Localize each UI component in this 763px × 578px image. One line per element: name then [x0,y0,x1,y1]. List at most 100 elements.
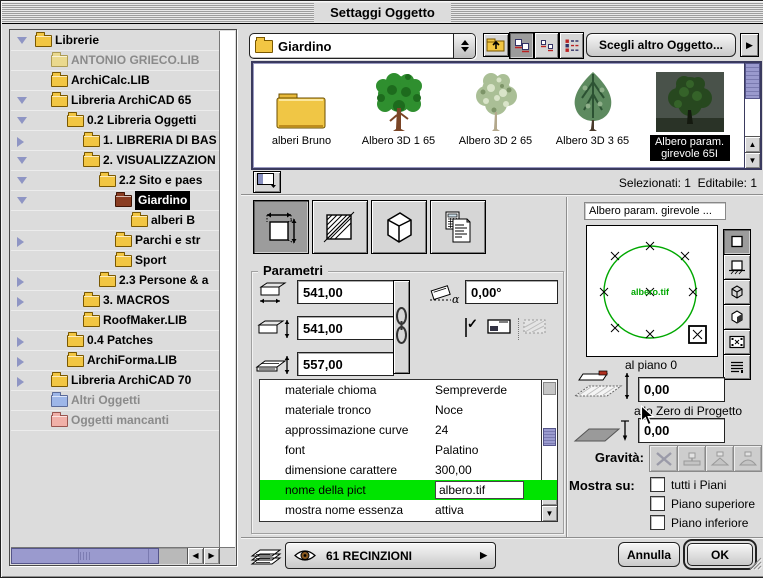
preview-description-button[interactable] [723,354,751,380]
tree-item[interactable]: Oggetti mancanti [11,411,220,431]
tree-item[interactable]: Libreria ArchiCAD 70 [11,371,220,391]
object-thumbnail-tree2[interactable]: Albero 3D 2 65 [447,63,544,168]
parameter-row[interactable]: materiale chioma Sempreverde [260,380,557,400]
object-menu-arrow-button[interactable]: ▶ [740,33,759,57]
gravity-mesh-button[interactable] [733,445,762,472]
parameter-value[interactable]: albero.tif [435,481,524,499]
preview-2d-plan-button[interactable] [723,229,751,255]
tree-item[interactable]: 3. MACROS [11,291,220,311]
checkbox[interactable] [650,477,665,492]
size-x-field[interactable]: 541,00 [297,280,394,304]
scroll-down-button[interactable]: ▼ [745,152,760,168]
tree-item[interactable]: RoofMaker.LIB [11,311,220,331]
disclosure-triangle-icon[interactable] [17,337,24,347]
parameter-row[interactable]: nome della pict albero.tif [260,480,557,500]
disclosure-triangle-icon[interactable] [17,137,24,147]
gravity-none-button[interactable] [649,445,678,472]
tab-2d-symbol[interactable] [312,200,368,254]
tree-item[interactable]: 2.2 Sito e paes [11,171,220,191]
choose-other-object-button[interactable]: Scegli altro Oggetto... [586,33,736,57]
ok-button[interactable]: OK [687,543,753,566]
checkbox[interactable] [650,496,665,511]
view-mode-list-button[interactable] [559,32,584,59]
tree-item[interactable]: Sport [11,251,220,271]
parameter-value[interactable]: Noce [435,403,463,417]
size-y-field[interactable]: 541,00 [297,316,394,340]
parameter-value[interactable]: Sempreverde [435,383,507,397]
resize-grip[interactable] [749,557,762,575]
preview-3d-shaded-button[interactable] [723,304,751,330]
view-mode-small-icons-button[interactable] [534,32,559,59]
tab-dimensions[interactable] [253,200,309,254]
parameter-value[interactable]: attiva [435,503,464,517]
mirror-checkbox[interactable] [465,318,467,337]
layer-popup-button[interactable]: 61 RECINZIONI ▶ [285,542,496,569]
tree-horizontal-scrollbar[interactable]: ◀ ▶ [11,547,235,564]
parameter-value[interactable]: 24 [435,423,448,437]
tree-item[interactable]: Libreria ArchiCAD 65 [11,91,220,111]
disclosure-triangle-icon[interactable] [17,157,27,164]
disclosure-triangle-icon[interactable] [17,37,27,44]
tree-item[interactable]: Giardino [11,191,220,211]
tree-item[interactable]: Librerie [11,31,220,51]
parameter-row[interactable]: font Palatino [260,440,557,460]
preview-elevation-button[interactable] [723,254,751,280]
object-thumbnail-selected[interactable]: Albero param. girevole 65I [641,63,738,168]
disclosure-triangle-icon[interactable] [17,237,24,247]
object-name-field[interactable]: Albero param. girevole ... [584,202,726,220]
parameter-row[interactable]: materiale tronco Noce [260,400,557,420]
gravity-slab-button[interactable] [677,445,706,472]
folder-stepper[interactable] [453,34,475,58]
scroll-right-button[interactable]: ▶ [203,548,219,564]
cancel-button[interactable]: Annulla [618,542,680,567]
title-bar[interactable]: Settaggi Oggetto [2,2,763,24]
scroll-left-button[interactable]: ◀ [187,548,203,564]
parameter-value[interactable]: Palatino [435,443,478,457]
scrollbar-thumb[interactable] [745,63,760,99]
parameter-value[interactable]: 300,00 [435,463,472,477]
tree-item[interactable]: ArchiForma.LIB [11,351,220,371]
tree-item[interactable]: 2. VISUALIZZAZION [11,151,220,171]
browser-scrollbar[interactable]: ▲ ▼ [744,63,760,168]
tree-item[interactable]: 0.2 Libreria Oggetti [11,111,220,131]
disclosure-triangle-icon[interactable] [17,357,24,367]
scrollbar-track[interactable] [159,548,187,564]
tree-vertical-scrollbar[interactable] [219,31,235,548]
disclosure-triangle-icon[interactable] [17,97,27,104]
parameter-row[interactable]: dimensione carattere 300,00 [260,460,557,480]
proportional-link-button[interactable] [393,280,410,374]
scroll-up-button[interactable]: ▲ [745,136,760,152]
parameter-row[interactable]: approssimazione curve 24 [260,420,557,440]
checkbox[interactable] [650,515,665,530]
disclosure-triangle-icon[interactable] [17,197,27,204]
parameter-row[interactable]: mostra nome essenza attiva [260,500,557,520]
folder-popup[interactable]: Giardino [249,33,476,59]
folder-up-button[interactable] [483,33,509,57]
panel-layout-button[interactable] [253,171,281,193]
tree-item[interactable]: ANTONIO GRIECO.LIB [11,51,220,71]
tree-item[interactable]: Parchi e str [11,231,220,251]
tab-quantities[interactable] [430,200,486,254]
view-mode-large-icons-button[interactable] [509,32,534,59]
tree-item[interactable]: alberi B [11,211,220,231]
disclosure-triangle-icon[interactable] [17,177,27,184]
tab-3d-model[interactable] [371,200,427,254]
object-2d-preview[interactable]: albero.tif [586,225,718,357]
object-thumbnail-tree1[interactable]: Albero 3D 1 65 [350,63,447,168]
object-thumbnail-tree3[interactable]: Albero 3D 3 65 [544,63,641,168]
tree-item[interactable]: ArchiCalc.LIB [11,71,220,91]
disclosure-triangle-icon[interactable] [17,117,27,124]
tree-item[interactable]: 1. LIBRERIA DI BAS [11,131,220,151]
tree-item[interactable]: 2.3 Persone & a [11,271,220,291]
gravity-roof-button[interactable] [705,445,734,472]
tree-item[interactable]: 0.4 Patches [11,331,220,351]
scrollbar-thumb[interactable] [11,548,159,564]
tree-item[interactable]: Altri Oggetti [11,391,220,411]
floor-height-field[interactable]: 0,00 [638,377,725,402]
object-thumbnail-folder[interactable]: alberi Bruno [253,63,350,168]
preview-animation-button[interactable] [723,329,751,355]
disclosure-triangle-icon[interactable] [17,297,24,307]
angle-field[interactable]: 0,00° [465,280,558,304]
preview-3d-wireframe-button[interactable] [723,279,751,305]
disclosure-triangle-icon[interactable] [17,377,24,387]
